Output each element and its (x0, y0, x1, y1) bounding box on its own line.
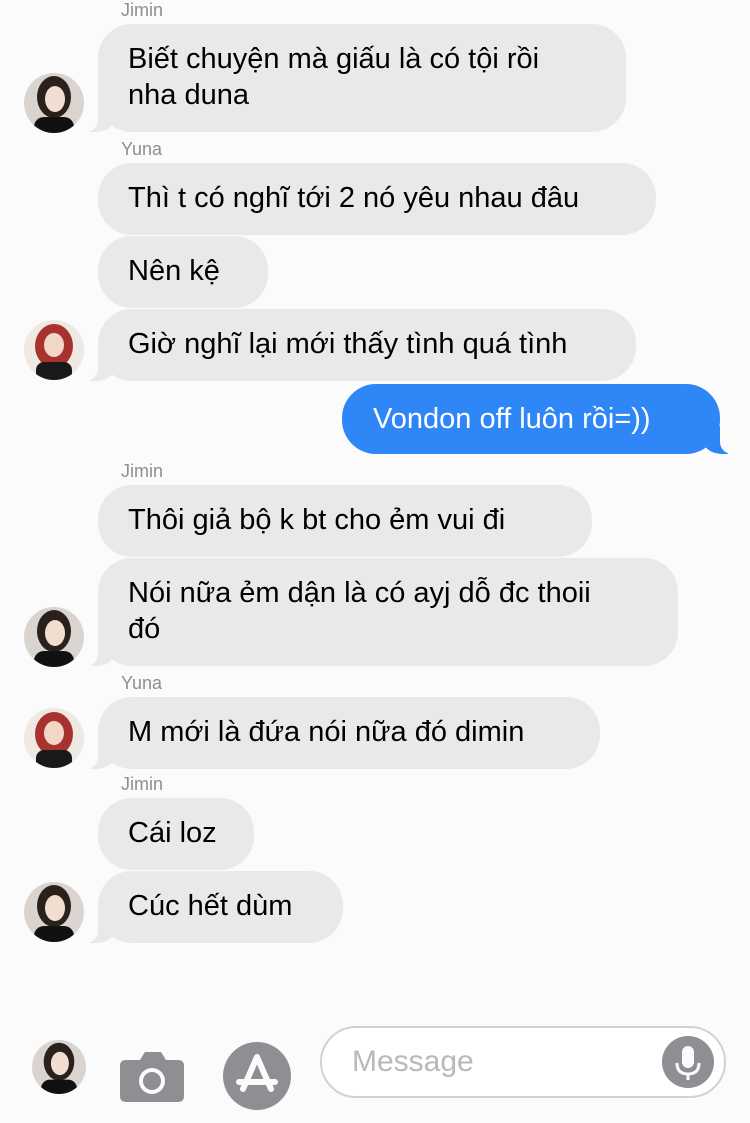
message-placeholder: Message (352, 1045, 474, 1078)
sender-name: Yuna (121, 673, 163, 693)
message-bubble[interactable]: Giờ nghĩ lại mới thấy tình quá tình (84, 309, 636, 381)
sender-name: Jimin (121, 774, 164, 794)
message-text: đó (128, 613, 161, 645)
message-text: Nói nữa ẻm dận là có ayj dỗ đc thoii (128, 577, 591, 609)
my-avatar[interactable] (32, 1040, 86, 1094)
message-bubble[interactable]: Biết chuyện mà giấu là có tội rồi nha du… (84, 24, 626, 132)
message-bubble[interactable]: Nên kệ (98, 236, 268, 308)
avatar-yuna[interactable] (24, 708, 84, 768)
camera-icon[interactable] (120, 1050, 184, 1107)
sender-name: Jimin (121, 0, 164, 20)
avatar-jimin[interactable] (24, 607, 84, 667)
message-text: Biết chuyện mà giấu là có tội rồi (128, 43, 540, 75)
microphone-icon[interactable] (662, 1036, 714, 1088)
message-bubble[interactable]: Thôi giả bộ k bt cho ẻm vui đi (98, 485, 592, 557)
sender-name: Jimin (121, 461, 164, 481)
message-bubble[interactable]: Cúc hết dùm (84, 871, 343, 943)
message-bubble-outgoing[interactable]: Vondon off luôn rồi=)) (342, 384, 734, 454)
avatar-jimin[interactable] (24, 73, 84, 133)
app-store-icon[interactable] (223, 1042, 291, 1110)
avatar-jimin[interactable] (24, 882, 84, 942)
message-composer: Message (0, 1010, 750, 1123)
message-text: nha duna (128, 79, 249, 111)
sender-name: Yuna (121, 139, 163, 159)
message-bubble[interactable]: M mới là đứa nói nữa đó dimin (84, 697, 600, 769)
message-bubble[interactable]: Cái loz (98, 798, 254, 870)
avatar-yuna[interactable] (24, 320, 84, 380)
message-bubble[interactable]: Nói nữa ẻm dận là có ayj dỗ đc thoii đó (84, 558, 678, 666)
message-bubble[interactable]: Thì t có nghĩ tới 2 nó yêu nhau đâu (98, 163, 656, 235)
message-input[interactable]: Message (320, 1026, 726, 1098)
